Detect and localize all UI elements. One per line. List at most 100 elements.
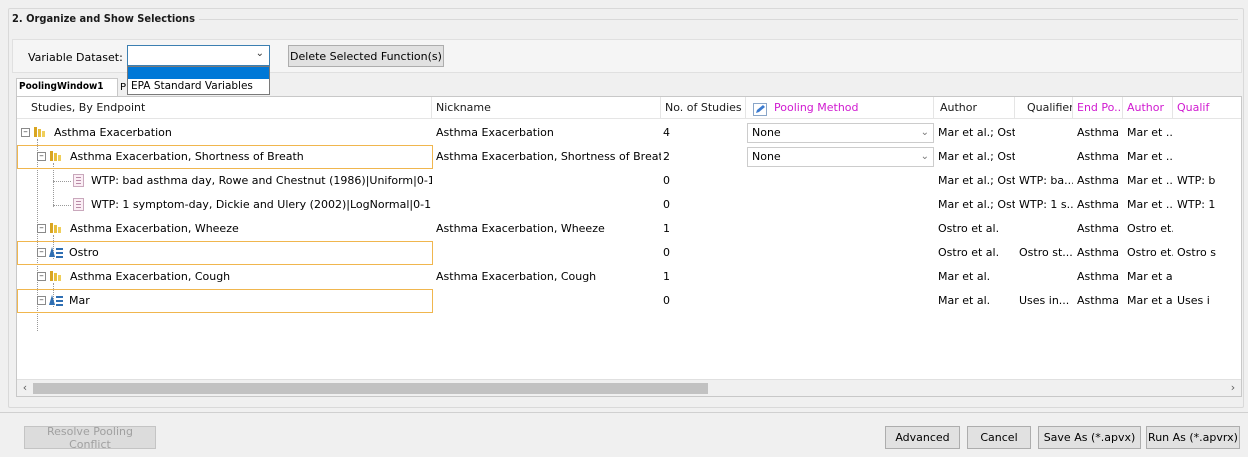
col-header-no-of-studies[interactable]: No. of Studies xyxy=(661,97,746,119)
row-nickname: Asthma Exacerbation, Wheeze xyxy=(436,222,605,235)
dropdown-option-blank[interactable] xyxy=(128,67,269,79)
collapse-icon[interactable]: – xyxy=(37,224,46,233)
collapse-icon[interactable]: – xyxy=(37,272,46,281)
folder-icon xyxy=(34,127,45,137)
row-nickname xyxy=(432,289,661,313)
row-author: Ostro et al. xyxy=(938,246,1000,259)
row-author: Mar et al.; Ost... xyxy=(938,198,1015,211)
col-header-endpoint[interactable]: End Po... xyxy=(1073,97,1123,119)
chevron-down-icon[interactable]: ⌄ xyxy=(921,124,929,142)
col-header-studies[interactable]: Studies, By Endpoint xyxy=(17,97,432,119)
study-icon xyxy=(49,247,63,258)
col-header-qualifier[interactable]: Qualifier xyxy=(1015,97,1073,119)
section-title: 2. Organize and Show Selections xyxy=(12,12,199,25)
collapse-icon[interactable]: – xyxy=(21,128,30,137)
row-author: Mar et al.; Ost... xyxy=(938,174,1015,187)
row-study-name: WTP: 1 symptom-day, Dickie and Ulery (20… xyxy=(91,198,432,211)
variable-dataset-select[interactable]: ⌄ xyxy=(127,45,270,66)
save-as-button[interactable]: Save As (*.apvx) xyxy=(1038,426,1141,449)
table-row[interactable]: – Asthma Exacerbation, Shortness of Brea… xyxy=(17,145,1241,169)
row-nickname xyxy=(432,169,661,193)
chevron-down-icon[interactable]: ⌄ xyxy=(921,148,929,166)
row-nickname: Asthma Exacerbation, Cough xyxy=(436,270,597,283)
row-qualifier xyxy=(1015,265,1073,289)
row-author: Mar et al.; Ost... xyxy=(938,126,1015,139)
row-no-of-studies: 1 xyxy=(663,270,670,283)
row-author-2: Ostro et... xyxy=(1127,222,1173,235)
col-header-author-2[interactable]: Author xyxy=(1123,97,1173,119)
row-qualifier-2 xyxy=(1173,265,1241,289)
table-row[interactable]: – Ostro 0 Ostro et al. Ostro st... Asthm… xyxy=(17,241,1241,265)
scroll-right-icon[interactable]: › xyxy=(1225,380,1241,396)
row-nickname: Asthma Exacerbation, Shortness of Breath xyxy=(436,150,661,163)
row-endpoint: Asthma ... xyxy=(1077,198,1123,211)
pencil-icon xyxy=(753,103,767,116)
row-no-of-studies: 0 xyxy=(663,294,670,307)
row-endpoint: Asthma ... xyxy=(1077,126,1123,139)
row-qualifier-2: WTP: 1 xyxy=(1177,198,1216,211)
scroll-left-icon[interactable]: ‹ xyxy=(17,380,33,396)
col-header-pooling-method[interactable]: Pooling Method xyxy=(746,97,934,119)
row-study-name: Mar xyxy=(69,294,90,307)
pooling-method-value: None xyxy=(752,126,781,139)
col-header-qualifier-2[interactable]: Qualif xyxy=(1173,97,1241,119)
row-qualifier-2: Uses i xyxy=(1177,294,1210,307)
folder-icon xyxy=(50,271,61,281)
row-study-name: Asthma Exacerbation, Shortness of Breath xyxy=(70,150,304,163)
row-qualifier-2 xyxy=(1173,121,1241,145)
table-row[interactable]: WTP: bad asthma day, Rowe and Chestnut (… xyxy=(17,169,1241,193)
row-author-2: Mar et ... xyxy=(1127,174,1173,187)
row-author: Mar et al.; Ost... xyxy=(938,150,1015,163)
row-author-2: Mar et al. xyxy=(1127,270,1173,283)
row-author-2: Mar et ... xyxy=(1127,198,1173,211)
group-divider xyxy=(185,19,1238,20)
row-qualifier xyxy=(1015,121,1073,145)
row-qualifier-2 xyxy=(1173,145,1241,169)
row-qualifier: Uses in... xyxy=(1019,294,1070,307)
table-row[interactable]: – Asthma Exacerbation, Cough Asthma Exac… xyxy=(17,265,1241,289)
row-study-name: Asthma Exacerbation, Wheeze xyxy=(70,222,239,235)
table-row[interactable]: – Mar 0 Mar et al. Uses in... Asthma ...… xyxy=(17,289,1241,313)
function-icon xyxy=(73,174,84,187)
run-as-button[interactable]: Run As (*.apvrx) xyxy=(1146,426,1240,449)
advanced-button[interactable]: Advanced xyxy=(885,426,960,449)
row-author: Mar et al. xyxy=(938,294,991,307)
col-header-nickname[interactable]: Nickname xyxy=(432,97,661,119)
row-study-name: Asthma Exacerbation, Cough xyxy=(70,270,231,283)
row-study-name: WTP: bad asthma day, Rowe and Chestnut (… xyxy=(91,174,432,187)
cancel-button[interactable]: Cancel xyxy=(967,426,1031,449)
row-endpoint: Asthma ... xyxy=(1077,294,1123,307)
variable-dataset-dropdown[interactable]: EPA Standard Variables xyxy=(127,66,270,95)
pooling-method-select[interactable]: None ⌄ xyxy=(747,123,934,143)
scrollbar-thumb[interactable] xyxy=(33,383,708,394)
collapse-icon[interactable]: – xyxy=(37,248,46,257)
row-study-name: Asthma Exacerbation xyxy=(54,126,172,139)
row-qualifier: WTP: 1 s... xyxy=(1019,198,1073,211)
row-endpoint: Asthma ... xyxy=(1077,222,1123,235)
dropdown-option-epa[interactable]: EPA Standard Variables xyxy=(128,79,269,95)
pooling-method-value: None xyxy=(752,150,781,163)
row-qualifier-2: Ostro s xyxy=(1177,246,1216,259)
row-author: Mar et al. xyxy=(938,270,991,283)
table-row[interactable]: – Asthma Exacerbation Asthma Exacerbatio… xyxy=(17,121,1241,145)
row-no-of-studies: 0 xyxy=(663,198,670,211)
pooling-method-select[interactable]: None ⌄ xyxy=(747,147,934,167)
row-no-of-studies: 4 xyxy=(663,126,670,139)
grid-header: Studies, By Endpoint Nickname No. of Stu… xyxy=(17,97,1241,119)
row-endpoint: Asthma ... xyxy=(1077,270,1123,283)
col-header-author[interactable]: Author xyxy=(934,97,1015,119)
resolve-pooling-conflict-button[interactable]: Resolve Pooling Conflict xyxy=(24,425,156,451)
folder-icon xyxy=(50,223,61,233)
row-no-of-studies: 1 xyxy=(663,222,670,235)
collapse-icon[interactable]: – xyxy=(37,152,46,161)
row-author-2: Mar et ... xyxy=(1127,150,1173,163)
tab-pooling-window-1[interactable]: PoolingWindow1 xyxy=(16,78,118,97)
horizontal-scrollbar[interactable]: ‹ › xyxy=(17,379,1241,396)
pooling-grid: Studies, By Endpoint Nickname No. of Stu… xyxy=(16,96,1242,397)
row-no-of-studies: 0 xyxy=(663,246,670,259)
delete-selected-functions-button[interactable]: Delete Selected Function(s) xyxy=(288,45,444,67)
collapse-icon[interactable]: – xyxy=(37,296,46,305)
table-row[interactable]: – Asthma Exacerbation, Wheeze Asthma Exa… xyxy=(17,217,1241,241)
table-row[interactable]: WTP: 1 symptom-day, Dickie and Ulery (20… xyxy=(17,193,1241,217)
chevron-down-icon[interactable]: ⌄ xyxy=(256,48,264,59)
